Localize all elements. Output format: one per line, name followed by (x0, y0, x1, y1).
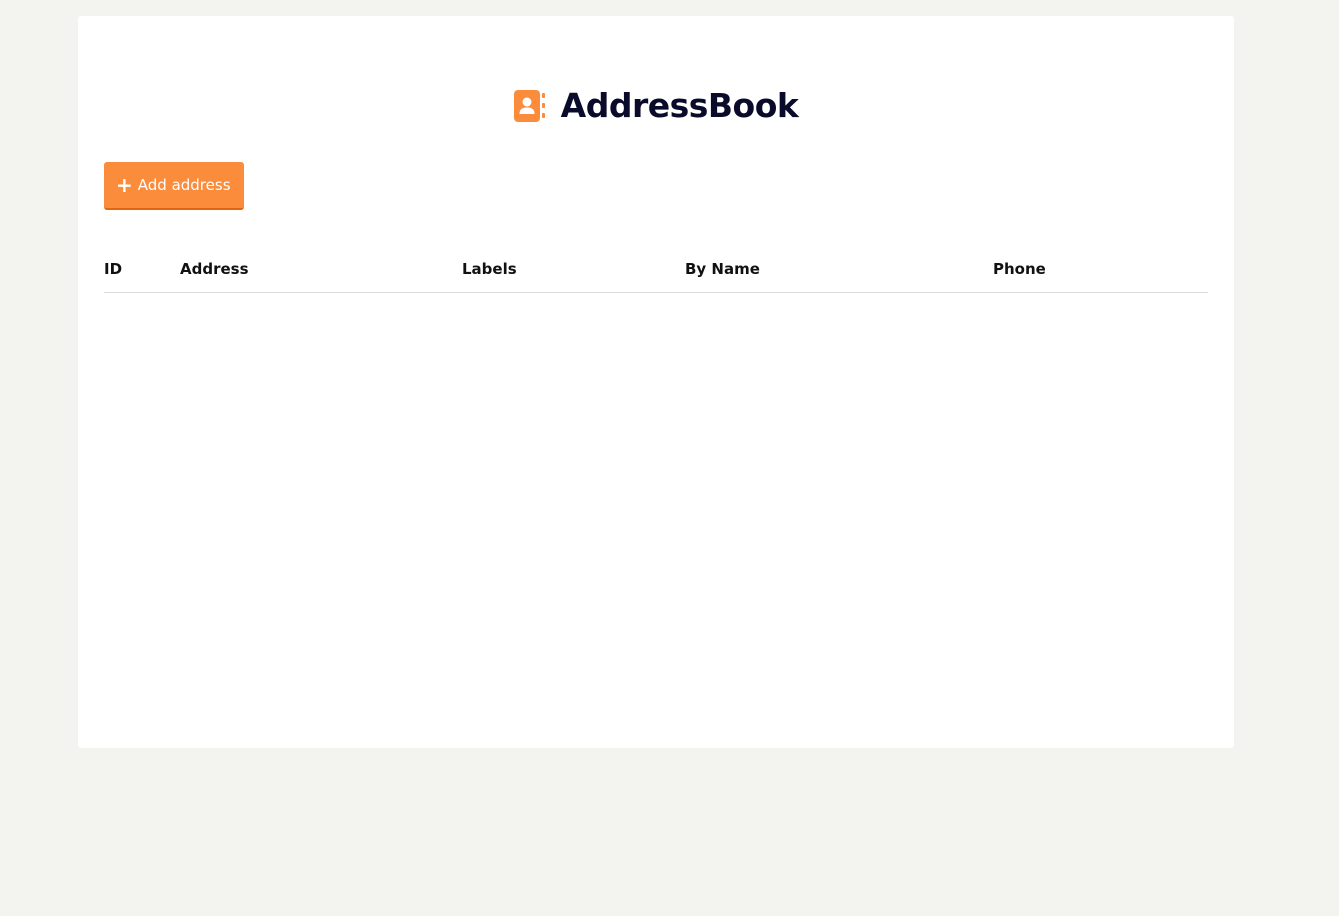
plus-icon: + (116, 173, 133, 197)
column-header-by-name[interactable]: By Name (685, 256, 993, 293)
address-book-icon (513, 89, 548, 123)
table-header-row: ID Address Labels By Name Phone (104, 256, 1208, 293)
column-header-labels[interactable]: Labels (462, 256, 685, 293)
column-header-address[interactable]: Address (180, 256, 462, 293)
app-header: AddressBook (78, 86, 1234, 126)
main-card: AddressBook + Add address ID Address Lab… (78, 16, 1234, 748)
column-header-phone[interactable]: Phone (993, 256, 1208, 293)
address-table: ID Address Labels By Name Phone (104, 256, 1208, 293)
app-title: AddressBook (560, 86, 799, 125)
column-header-id[interactable]: ID (104, 256, 180, 293)
add-address-button[interactable]: + Add address (104, 162, 244, 210)
add-address-label: Add address (137, 176, 231, 194)
